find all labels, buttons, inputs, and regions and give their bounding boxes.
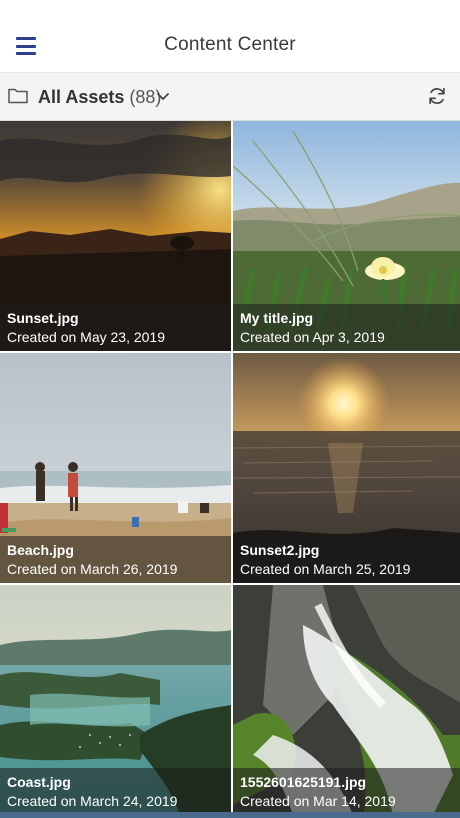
asset-folder-selector[interactable]: All Assets (88) [38,87,161,108]
asset-tile[interactable]: Beach.jpg Created on March 26, 2019 [0,353,231,583]
asset-grid: Sunset.jpg Created on May 23, 2019 My ti… [0,121,460,818]
asset-filename: Coast.jpg [7,774,71,790]
folder-icon [8,88,28,104]
asset-created-date: Created on Mar 14, 2019 [240,793,396,809]
bottom-edge [0,812,460,818]
refresh-icon[interactable] [426,85,448,107]
asset-caption: Beach.jpg Created on March 26, 2019 [0,536,231,583]
asset-created-date: Created on March 24, 2019 [7,793,178,809]
chevron-down-icon[interactable] [156,91,170,103]
asset-tile[interactable]: 1552601625191.jpg Created on Mar 14, 201… [233,585,460,815]
page-title: Content Center [164,34,296,55]
asset-caption: Sunset2.jpg Created on March 25, 2019 [233,536,460,583]
asset-created-date: Created on March 25, 2019 [240,561,411,577]
asset-filename: 1552601625191.jpg [240,774,367,790]
asset-caption: 1552601625191.jpg Created on Mar 14, 201… [233,768,460,815]
asset-tile[interactable]: Sunset2.jpg Created on March 25, 2019 [233,353,460,583]
asset-filename: Sunset.jpg [7,310,79,326]
asset-caption: Coast.jpg Created on March 24, 2019 [0,768,231,815]
asset-filename: Sunset2.jpg [240,542,320,558]
asset-caption: My title.jpg Created on Apr 3, 2019 [233,304,460,351]
asset-toolbar: All Assets (88) [0,73,460,121]
asset-created-date: Created on March 26, 2019 [7,561,178,577]
asset-created-date: Created on May 23, 2019 [7,329,165,345]
asset-folder-name: All Assets [38,87,125,107]
asset-filename: My title.jpg [240,310,314,326]
asset-filename: Beach.jpg [7,542,74,558]
asset-tile[interactable]: My title.jpg Created on Apr 3, 2019 [233,121,460,351]
asset-created-date: Created on Apr 3, 2019 [240,329,385,345]
asset-tile[interactable]: Sunset.jpg Created on May 23, 2019 [0,121,231,351]
app-header: Content Center [0,0,460,73]
asset-caption: Sunset.jpg Created on May 23, 2019 [0,304,231,351]
app-root: Content Center All Assets (88) Sunset.jp… [0,0,460,818]
asset-tile[interactable]: Coast.jpg Created on March 24, 2019 [0,585,231,815]
